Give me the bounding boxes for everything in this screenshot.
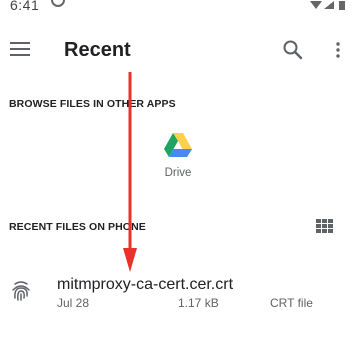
search-icon[interactable]	[282, 39, 304, 66]
hamburger-menu-icon[interactable]	[10, 42, 30, 56]
page-title: Recent	[64, 39, 131, 61]
drive-app-shortcut[interactable]: Drive	[150, 133, 206, 179]
wifi-icon	[310, 1, 322, 9]
grid-view-icon[interactable]	[316, 219, 333, 238]
file-type: CRT file	[270, 296, 313, 310]
google-drive-icon	[164, 133, 192, 157]
status-time: 6:41	[10, 0, 40, 13]
browse-section-heading: BROWSE FILES IN OTHER APPS	[9, 98, 176, 110]
annotation-arrow	[120, 70, 140, 280]
status-icons	[310, 0, 346, 16]
file-size: 1.17 kB	[178, 296, 219, 310]
drive-label: Drive	[164, 167, 192, 179]
more-vert-icon[interactable]	[336, 42, 340, 63]
file-date: Jul 28	[57, 296, 90, 310]
battery-icon	[339, 1, 345, 10]
file-name: mitmproxy-ca-cert.cer.crt	[57, 276, 234, 293]
signal-icon	[324, 1, 334, 9]
fingerprint-icon	[10, 280, 32, 307]
notification-icon	[50, 0, 66, 15]
